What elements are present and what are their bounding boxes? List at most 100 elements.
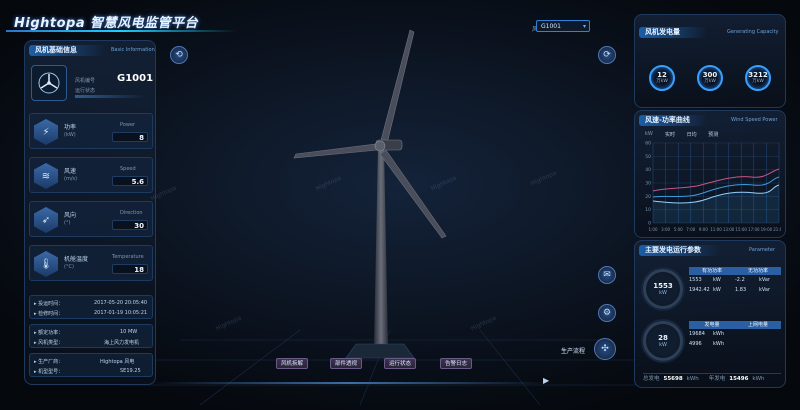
table-row: 1553 kW -2.2 kVar [689,277,771,283]
turbine-select-value: G1001 [541,23,561,30]
parameter-panel: 主要发电运行参数 Parameter 1553 kW 28 kW 有功功率 无功功率… [634,240,786,388]
metric-value-direction: 30 [112,220,148,230]
total-value: 55698 [663,376,683,382]
parts-view-button[interactable]: 部件透视 [330,358,362,369]
legend-item-1[interactable]: 实时 [665,132,675,138]
total-unit: kWh [686,376,699,382]
power-curve-panel: 风速-功率曲线 Wind Speed Power kW 实时 日均 预测 60 5… [634,110,786,238]
x-tick-label: 3:00 [661,227,670,232]
info-group-dates: ▸ 投运时间： 2017-05-20 20:05:40 ▸ 检修时间： 2017… [29,295,153,319]
metric-row-power: ⚡ 功率 (kW) Power 8 [29,113,153,149]
x-tick-label: 15:00 [735,227,747,232]
turbine-id: G1001 [117,73,154,84]
metric-unit-temperature: (°C) [64,264,74,270]
x-tick-label: 17:00 [748,227,760,232]
mail-button[interactable]: ✉ [598,266,616,284]
legend-item-2[interactable]: 日均 [687,132,697,138]
fan-toggle-button[interactable]: ✣ [594,338,616,360]
parameter-title: 主要发电运行参数 [639,245,721,256]
y-tick-label: 20 [645,194,651,200]
wind-direction-icon: ➶ [34,207,58,233]
info-label-maintenance: ▸ 检修时间： [34,311,64,317]
power-table-header: 有功功率 无功功率 [689,267,781,275]
turbine-id-label: 风机编号 [75,78,96,84]
basic-info-subtitle: Basic Information [111,47,155,53]
total-label: 总发电 [643,376,660,382]
power-curve-title: 风速-功率曲线 [639,115,707,126]
x-tick-label: 21:00 [773,227,781,232]
y-tick-label: 60 [645,141,651,147]
generation-subtitle: Generating Capacity [727,29,779,35]
info-label-manufacturer: ▸ 生产厂商： [34,359,64,365]
disassemble-button[interactable]: 风机拆解 [276,358,308,369]
thermometer-icon: 🌡 [34,251,58,277]
generation-title: 风机发电量 [639,27,707,38]
wind-speed-icon: ≋ [34,163,58,189]
generation-ring-3: 3212 万kW [745,65,771,91]
basic-info-title: 风机基础信息 [29,45,105,56]
title-underline [6,30,236,32]
turbine-icon [38,72,60,94]
x-tick-label: 9:00 [699,227,708,232]
x-tick-label: 7:00 [686,227,695,232]
rotate-right-button[interactable]: ⟳ [598,46,616,64]
metric-value-temperature: 18 [112,264,148,274]
info-label-type: ▸ 风机类型： [34,340,64,346]
metric-row-direction: ➶ 风向 (°) Direction 30 [29,201,153,237]
generation-ring-2: 300 万kW [697,65,723,91]
year-value: 15496 [729,376,749,382]
status-bar [75,95,149,98]
metric-unit-direction: (°) [64,220,71,226]
status-view-button[interactable]: 运行状态 [384,358,416,369]
timeline-play-icon[interactable]: ▶ [543,376,549,385]
info-value-commission: 2017-05-20 20:05:40 [94,300,148,306]
info-label-commission: ▸ 投运时间： [34,301,64,307]
info-label-rated-power: ▸ 额定功率： [34,330,64,336]
chart-legend: 实时 日均 预测 [665,131,718,138]
info-value-model: SE19.25 [120,368,141,374]
chevron-down-icon: ▾ [582,23,586,30]
metric-label-direction: 风向 [64,212,77,219]
alarm-log-button[interactable]: 告警日志 [440,358,472,369]
metric-value-power: 8 [112,132,148,142]
chart-y-unit: kW [645,131,653,137]
table-row: 1942.42 kW 1.83 kVar [689,287,771,293]
metric-label-temperature: 机舱温度 [64,256,89,263]
info-value-rated-power: 10 MW [120,329,138,335]
y-tick-label: 10 [645,207,651,213]
metric-unit-power: (kW) [64,132,76,138]
rotate-left-button[interactable]: ⟲ [170,46,188,64]
settings-button[interactable]: ⚙ [598,304,616,322]
x-tick-label: 11:00 [710,227,722,232]
power-icon: ⚡ [34,119,58,145]
metric-en-direction: Direction [120,210,143,216]
power-curve-chart: 60 50 40 30 20 10 01:00 3:00 5:00 7:00 9:00 11:00 13… [645,141,781,233]
year-label: 年发电 [708,376,726,382]
active-power-gauge: 1553 kW [643,269,683,309]
power-table: 有功功率 无功功率 1553 kW -2.2 kVar 1942.42 kW 1… [689,267,781,295]
info-value-maintenance: 2017-01-19 10:05:21 [94,310,148,316]
power-curve-subtitle: Wind Speed Power [731,117,778,123]
totals-footer: 总发电 55698 kWh 年发电 15496 kWh [643,373,781,384]
x-tick-label: 19:00 [761,227,773,232]
energy-table: 发电量 上网电量 19684 kWh 4996 kWh [689,321,781,349]
metric-en-power: Power [120,122,136,128]
metric-en-speed: Speed [120,166,136,172]
app-title: Hightopa 智慧风电监管平台 [14,16,199,31]
parameter-subtitle: Parameter [749,247,776,253]
metric-row-speed: ≋ 风速 (m/s) Speed 5.6 [29,157,153,193]
legend-item-3[interactable]: 预测 [708,132,718,138]
y-tick-label: 40 [645,167,651,173]
x-tick-label: 13:00 [723,227,735,232]
generation-panel: 风机发电量 Generating Capacity 12 万kW 300 万kW 3… [634,14,786,108]
table-row: 19684 kWh [689,331,725,337]
generation-ring-1: 12 万kW [649,65,675,91]
info-value-type: 海上风力发电机 [104,340,140,346]
y-tick-label: 30 [645,181,651,187]
metric-value-speed: 5.6 [112,176,148,186]
timeline-track[interactable] [150,382,550,384]
turbine-select[interactable]: G1001 ▾ [536,20,590,32]
info-label-model: ▸ 机型型号： [34,369,64,375]
status-label: 运行状态 [75,88,96,94]
metric-unit-speed: (m/s) [64,176,78,182]
